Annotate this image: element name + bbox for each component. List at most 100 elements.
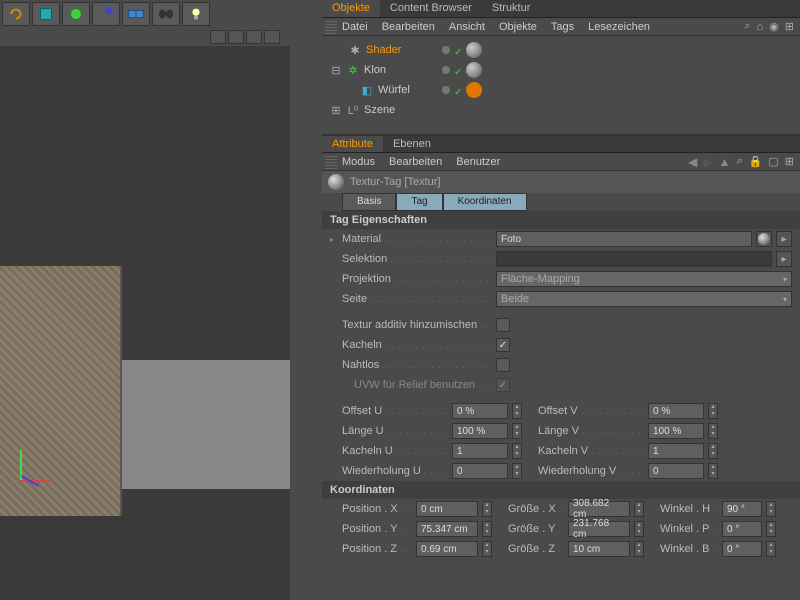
material-menu-icon[interactable]: ▸ bbox=[776, 231, 792, 247]
vp-icon-1[interactable] bbox=[210, 30, 226, 44]
menu-bookmarks[interactable]: Lesezeichen bbox=[588, 21, 650, 33]
vp-icon-2[interactable] bbox=[228, 30, 244, 44]
spinner-kacheln-v[interactable]: ▴▾ bbox=[708, 443, 718, 459]
tab-layers[interactable]: Ebenen bbox=[383, 136, 441, 152]
field-w-b[interactable]: 0 ° bbox=[722, 541, 762, 557]
spinner-pos-x[interactable]: ▴▾ bbox=[482, 501, 492, 517]
field-kacheln-v[interactable]: 1 bbox=[648, 443, 704, 459]
spinner-wieder-v[interactable]: ▴▾ bbox=[708, 463, 718, 479]
home-icon[interactable]: ⌂ bbox=[757, 21, 764, 33]
field-wieder-v[interactable]: 0 bbox=[648, 463, 704, 479]
plane-tool[interactable] bbox=[122, 2, 150, 26]
spinner-kacheln-u[interactable]: ▴▾ bbox=[512, 443, 522, 459]
field-offset-v[interactable]: 0 % bbox=[648, 403, 704, 419]
disclosure-icon[interactable]: ▸ bbox=[330, 235, 338, 244]
texture-tag-icon[interactable] bbox=[466, 62, 482, 78]
tab-objects[interactable]: Objekte bbox=[322, 0, 380, 17]
expand-icon[interactable]: ⊞ bbox=[785, 155, 794, 168]
search-icon[interactable]: ⌕ bbox=[744, 20, 750, 33]
field-gr-x[interactable]: 308.682 cm bbox=[568, 501, 630, 517]
check-nahtlos[interactable] bbox=[496, 358, 510, 372]
spinner-w-b[interactable]: ▴▾ bbox=[766, 541, 776, 557]
field-kacheln-u[interactable]: 1 bbox=[452, 443, 508, 459]
spinner-wieder-u[interactable]: ▴▾ bbox=[512, 463, 522, 479]
selektion-menu-icon[interactable]: ▸ bbox=[776, 251, 792, 267]
tab-structure[interactable]: Struktur bbox=[482, 0, 541, 17]
menu-edit[interactable]: Bearbeiten bbox=[389, 156, 442, 168]
menu-tags[interactable]: Tags bbox=[551, 21, 574, 33]
tree-row-shader[interactable]: ✱ Shader bbox=[330, 40, 792, 60]
tree-row-wurfel[interactable]: ◧ Würfel bbox=[330, 80, 792, 100]
menu-file[interactable]: Datei bbox=[342, 21, 368, 33]
spinner-offset-v[interactable]: ▴▾ bbox=[708, 403, 718, 419]
search-icon[interactable]: ⌕ bbox=[737, 155, 743, 168]
texture-tag-icon[interactable] bbox=[466, 42, 482, 58]
subtab-coord[interactable]: Koordinaten bbox=[443, 193, 527, 211]
check-textur-add[interactable] bbox=[496, 318, 510, 332]
field-gr-z[interactable]: 10 cm bbox=[568, 541, 630, 557]
subtab-tag[interactable]: Tag bbox=[396, 193, 442, 211]
dropdown-projektion[interactable]: Fläche-Mapping bbox=[496, 271, 792, 287]
spinner-pos-y[interactable]: ▴▾ bbox=[482, 521, 492, 537]
camera-tool[interactable] bbox=[152, 2, 180, 26]
menu-grip-icon[interactable] bbox=[325, 155, 337, 169]
spinner-offset-u[interactable]: ▴▾ bbox=[512, 403, 522, 419]
undo-tool[interactable] bbox=[2, 2, 30, 26]
nav-fwd-icon[interactable]: ▶ bbox=[703, 155, 712, 169]
spinner-w-h[interactable]: ▴▾ bbox=[766, 501, 776, 517]
new-icon[interactable]: ▢ bbox=[768, 155, 778, 168]
expander-icon[interactable]: ⊟ bbox=[330, 64, 342, 77]
field-pos-y[interactable]: 75.347 cm bbox=[416, 521, 478, 537]
field-offset-u[interactable]: 0 % bbox=[452, 403, 508, 419]
tree-row-klon[interactable]: ⊟ ✲ Klon bbox=[330, 60, 792, 80]
spinner-gr-z[interactable]: ▴▾ bbox=[634, 541, 644, 557]
tree-label-wurfel[interactable]: Würfel bbox=[378, 84, 410, 96]
light-tool[interactable] bbox=[182, 2, 210, 26]
3d-viewport[interactable] bbox=[0, 46, 290, 600]
field-selektion[interactable] bbox=[496, 251, 772, 267]
dropdown-seite[interactable]: Beide bbox=[496, 291, 792, 307]
cube-tool[interactable] bbox=[32, 2, 60, 26]
menu-view[interactable]: Ansicht bbox=[449, 21, 485, 33]
eye-icon[interactable]: ◉ bbox=[769, 20, 779, 33]
expander-icon[interactable]: ⊞ bbox=[330, 104, 342, 117]
menu-objects[interactable]: Objekte bbox=[499, 21, 537, 33]
field-material[interactable]: Foto bbox=[496, 231, 752, 247]
field-w-h[interactable]: 90 ° bbox=[722, 501, 762, 517]
spinner-gr-y[interactable]: ▴▾ bbox=[634, 521, 644, 537]
lock-icon[interactable]: 🔒 bbox=[749, 155, 763, 168]
tree-label-klon[interactable]: Klon bbox=[364, 64, 386, 76]
menu-mode[interactable]: Modus bbox=[342, 156, 375, 168]
tree-label-shader[interactable]: Shader bbox=[366, 44, 401, 56]
field-pos-z[interactable]: 0.69 cm bbox=[416, 541, 478, 557]
tree-label-szene[interactable]: Szene bbox=[364, 104, 395, 116]
spinner-lange-v[interactable]: ▴▾ bbox=[708, 423, 718, 439]
field-lange-v[interactable]: 100 % bbox=[648, 423, 704, 439]
check-kacheln[interactable]: ✓ bbox=[496, 338, 510, 352]
spinner-lange-u[interactable]: ▴▾ bbox=[512, 423, 522, 439]
expand-icon[interactable]: ⊞ bbox=[785, 20, 794, 33]
subtab-basis[interactable]: Basis bbox=[342, 193, 396, 211]
tab-attribute[interactable]: Attribute bbox=[322, 136, 383, 152]
field-gr-y[interactable]: 231.768 cm bbox=[568, 521, 630, 537]
quarter-tool[interactable] bbox=[92, 2, 120, 26]
nav-up-icon[interactable]: ▲ bbox=[719, 155, 731, 169]
nav-back-icon[interactable]: ◀ bbox=[688, 155, 697, 169]
menu-grip-icon[interactable] bbox=[325, 20, 337, 34]
field-lange-u[interactable]: 100 % bbox=[452, 423, 508, 439]
tab-content-browser[interactable]: Content Browser bbox=[380, 0, 482, 17]
gear-tool[interactable] bbox=[62, 2, 90, 26]
menu-edit[interactable]: Bearbeiten bbox=[382, 21, 435, 33]
vp-icon-3[interactable] bbox=[246, 30, 262, 44]
spinner-pos-z[interactable]: ▴▾ bbox=[482, 541, 492, 557]
phong-tag-icon[interactable] bbox=[466, 82, 482, 98]
material-picker-icon[interactable] bbox=[756, 231, 772, 247]
tree-row-szene[interactable]: ⊞ L⁰ Szene bbox=[330, 100, 792, 120]
field-w-p[interactable]: 0 ° bbox=[722, 521, 762, 537]
spinner-gr-x[interactable]: ▴▾ bbox=[634, 501, 644, 517]
field-pos-x[interactable]: 0 cm bbox=[416, 501, 478, 517]
spinner-w-p[interactable]: ▴▾ bbox=[766, 521, 776, 537]
menu-user[interactable]: Benutzer bbox=[456, 156, 500, 168]
field-wieder-u[interactable]: 0 bbox=[452, 463, 508, 479]
vp-icon-4[interactable] bbox=[264, 30, 280, 44]
